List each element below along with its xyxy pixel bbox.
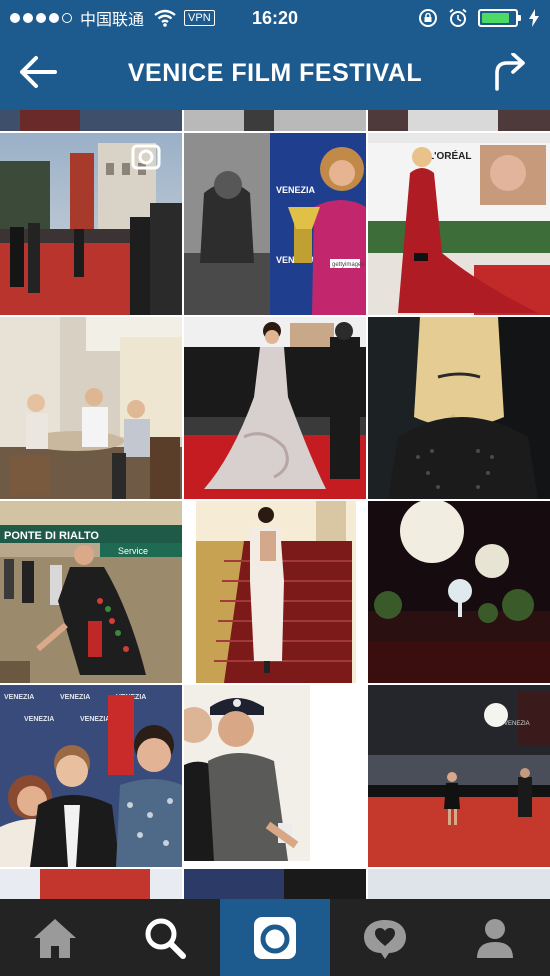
tab-activity[interactable] <box>330 899 440 976</box>
back-button[interactable] <box>16 52 60 92</box>
back-arrow-icon <box>20 56 57 88</box>
share-button[interactable] <box>488 52 532 92</box>
photo-group-selfie-backdrop[interactable]: VENEZIAVENEZIAVENEZIA VENEZIAVENEZIA <box>0 685 182 867</box>
search-icon <box>145 918 186 959</box>
photo-night-lanterns[interactable] <box>368 501 550 683</box>
profile-icon <box>477 918 513 958</box>
photo-tile-partial-bottom[interactable] <box>184 869 366 899</box>
wifi-icon <box>154 9 176 27</box>
vpn-badge: VPN <box>184 10 215 26</box>
carrier-name: 中国联通 <box>80 10 145 29</box>
svg-text:VENEZIA: VENEZIA <box>24 716 54 723</box>
svg-text:VENEZIA: VENEZIA <box>60 694 90 701</box>
tab-home[interactable] <box>0 899 110 976</box>
photo-grid: VENEZIA VENEZIA gettyimages L'ORÉAL <box>0 110 550 899</box>
tab-bar <box>0 899 550 976</box>
svg-text:VENEZIA: VENEZIA <box>4 694 34 701</box>
share-arrow-icon <box>495 53 525 91</box>
svg-text:gettyimages: gettyimages <box>332 262 364 268</box>
nav-header: VENICE FILM FESTIVAL <box>0 36 550 110</box>
photo-cafe-table-friends[interactable] <box>0 317 182 499</box>
rotation-lock-icon <box>419 9 437 27</box>
photo-tile-partial-bottom[interactable] <box>0 869 182 899</box>
photo-silver-gown-red-carpet[interactable] <box>184 317 366 499</box>
battery-icon <box>478 9 521 27</box>
photo-red-gown-loreal[interactable]: L'ORÉAL <box>368 133 550 315</box>
photo-night-red-carpet[interactable]: VENEZIA <box>368 685 550 867</box>
photo-actress-award-trophy[interactable]: VENEZIA VENEZIA gettyimages <box>184 133 366 315</box>
page-title: VENICE FILM FESTIVAL <box>127 58 423 87</box>
photo-tile-partial-top[interactable] <box>184 110 366 131</box>
camera-icon <box>254 916 296 959</box>
signal-strength-icon <box>10 13 72 23</box>
tab-camera[interactable] <box>220 899 330 976</box>
svg-text:VENEZIA: VENEZIA <box>80 716 110 723</box>
activity-heart-icon <box>364 919 406 959</box>
charging-bolt-icon <box>529 9 539 27</box>
svg-text:VENEZIA: VENEZIA <box>276 185 316 195</box>
photo-ponte-di-rialto[interactable]: PONTE DI RIALTO Service <box>0 501 182 683</box>
svg-text:Service: Service <box>118 546 148 556</box>
tab-explore[interactable] <box>110 899 220 976</box>
photo-street-crowd-red-carpet[interactable] <box>0 133 182 315</box>
svg-text:PONTE DI RIALTO: PONTE DI RIALTO <box>4 530 99 542</box>
svg-text:L'ORÉAL: L'ORÉAL <box>428 149 472 162</box>
photo-selfie-cap[interactable] <box>184 685 366 867</box>
photo-tile-partial-top[interactable] <box>0 110 182 131</box>
status-bar: 中国联通 VPN 16:20 <box>0 0 550 36</box>
photo-braided-hair-back[interactable] <box>368 317 550 499</box>
alarm-clock-icon <box>449 8 467 27</box>
photo-tile-partial-bottom[interactable] <box>368 869 550 899</box>
photo-staircase-red-carpet[interactable] <box>184 501 366 683</box>
tab-profile[interactable] <box>440 899 550 976</box>
svg-text:VENEZIA: VENEZIA <box>504 721 530 727</box>
home-icon <box>34 918 76 958</box>
photo-tile-partial-top[interactable] <box>368 110 550 131</box>
